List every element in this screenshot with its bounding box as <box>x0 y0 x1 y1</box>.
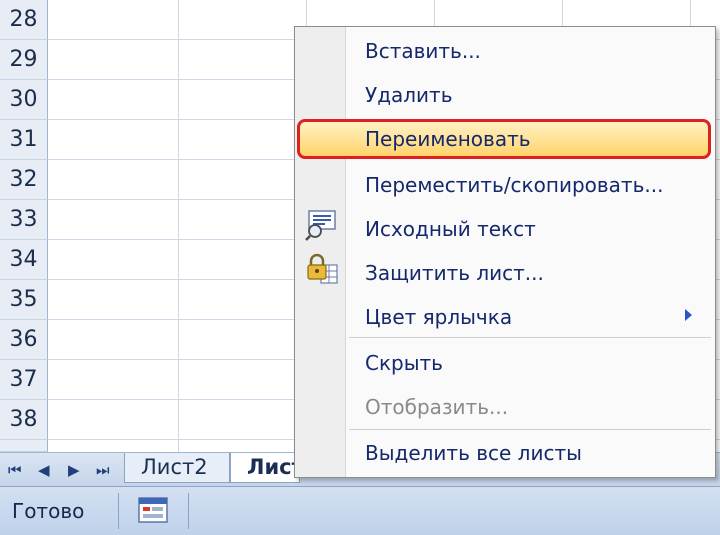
menu-separator <box>349 337 711 338</box>
row-header-partial[interactable] <box>0 440 48 452</box>
menu-item-select-all-sheets[interactable]: Выделить все листы <box>365 441 582 465</box>
submenu-arrow-icon <box>685 309 692 321</box>
sheet-tab-list2[interactable]: Лист2 <box>124 453 230 483</box>
row-header-37[interactable]: 37 <box>0 360 48 400</box>
row-header-32[interactable]: 32 <box>0 160 48 200</box>
status-divider <box>188 493 189 529</box>
sheet-tab-active[interactable]: Лист <box>230 453 304 483</box>
macro-record-icon[interactable] <box>138 497 168 527</box>
row-header-29[interactable]: 29 <box>0 40 48 80</box>
menu-item-delete[interactable]: Удалить <box>365 83 453 107</box>
view-code-icon <box>305 209 339 245</box>
status-bar: Готово <box>0 486 720 535</box>
menu-item-tab-color[interactable]: Цвет ярлычка <box>365 305 512 329</box>
row-header-34[interactable]: 34 <box>0 240 48 280</box>
status-divider <box>118 493 119 529</box>
row-header-36[interactable]: 36 <box>0 320 48 360</box>
menu-icon-gutter <box>295 27 346 477</box>
last-sheet-icon[interactable]: ⏭ <box>96 461 110 479</box>
row-header-35[interactable]: 35 <box>0 280 48 320</box>
next-sheet-icon[interactable]: ▶ <box>68 461 80 479</box>
first-sheet-icon[interactable]: ⏮ <box>8 461 22 479</box>
sheet-tab-label: Лист2 <box>141 455 208 479</box>
menu-item-hide[interactable]: Скрыть <box>365 351 443 375</box>
menu-separator <box>349 429 711 430</box>
menu-item-protect-sheet[interactable]: Защитить лист... <box>365 261 544 285</box>
sheet-context-menu: Вставить... Удалить Переименовать Переме… <box>294 26 716 478</box>
menu-item-insert[interactable]: Вставить... <box>365 39 481 63</box>
menu-item-unhide: Отобразить... <box>365 395 509 419</box>
status-text: Готово <box>12 499 85 523</box>
row-header-33[interactable]: 33 <box>0 200 48 240</box>
row-header-31[interactable]: 31 <box>0 120 48 160</box>
row-header-28[interactable]: 28 <box>0 0 48 40</box>
protect-sheet-icon <box>305 253 339 289</box>
menu-item-rename[interactable]: Переименовать <box>365 127 531 151</box>
row-header-38[interactable]: 38 <box>0 400 48 440</box>
prev-sheet-icon[interactable]: ◀ <box>38 461 50 479</box>
column-gridline <box>178 0 179 452</box>
menu-item-view-code[interactable]: Исходный текст <box>365 217 536 241</box>
menu-item-move-copy[interactable]: Переместить/скопировать... <box>365 173 663 197</box>
row-header-30[interactable]: 30 <box>0 80 48 120</box>
